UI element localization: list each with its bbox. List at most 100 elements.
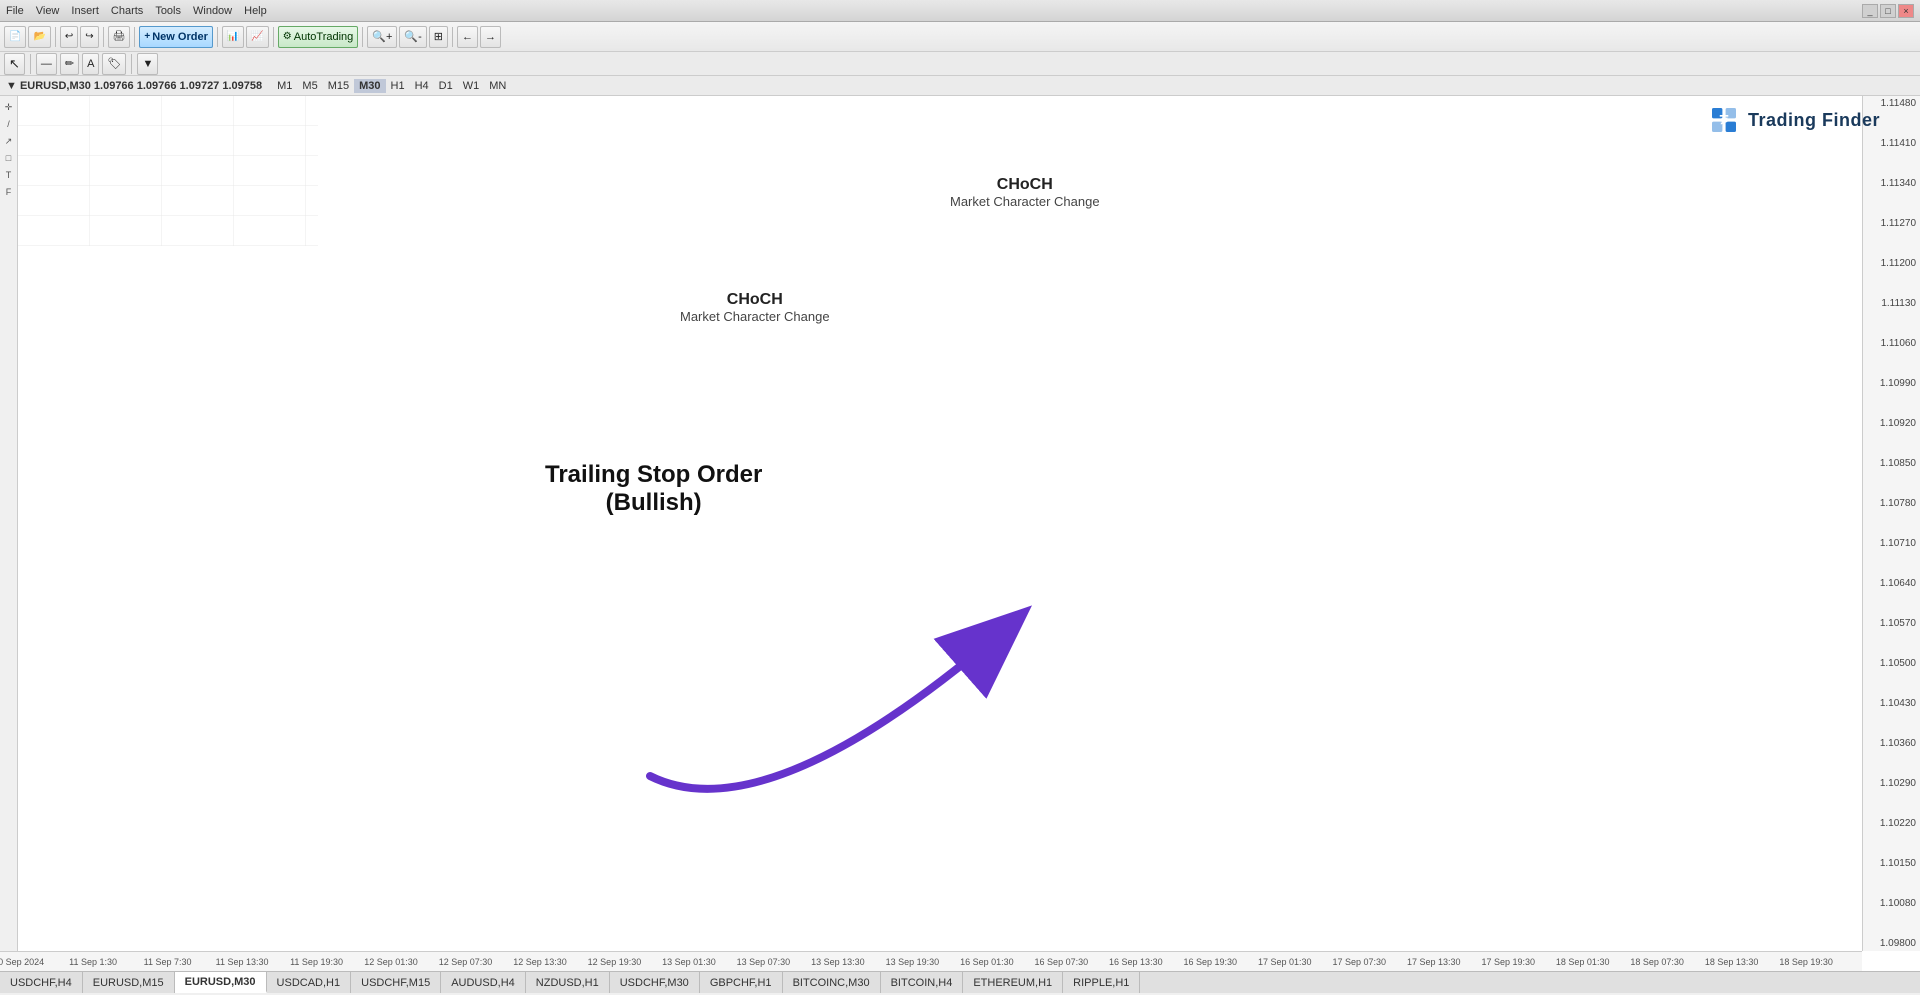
menu-insert[interactable]: Insert [71,5,99,17]
time-23: 18 Sep 13:30 [1705,957,1759,967]
tf-m1[interactable]: M1 [272,79,297,93]
undo-button[interactable]: ↩ [60,26,78,48]
price-14: 1.10570 [1867,618,1916,629]
indicators-button[interactable]: 📈 [246,26,268,48]
arrow-tool[interactable]: ↗ [2,134,16,148]
tab-usdchf-m15[interactable]: USDCHF,M15 [351,972,441,993]
chart-svg [18,96,318,246]
tab-usdchf-h4[interactable]: USDCHF,H4 [0,972,83,993]
tf-h4[interactable]: H4 [410,79,434,93]
scroll-left-button[interactable]: ← [457,26,478,48]
time-24: 18 Sep 19:30 [1779,957,1833,967]
text-tool-left[interactable]: T [2,168,16,182]
choch1-title: CHoCH [680,291,830,309]
price-9: 1.10920 [1867,418,1916,429]
zoom-in-button[interactable]: 🔍+ [367,26,397,48]
time-21: 18 Sep 01:30 [1556,957,1610,967]
more-tools-button[interactable]: ▼ [137,53,158,75]
tf-m30[interactable]: M30 [354,79,385,93]
time-13: 16 Sep 01:30 [960,957,1014,967]
zoom-fit-button[interactable]: ⊞ [429,26,448,48]
line-tool[interactable]: — [36,53,57,75]
time-0: 10 Sep 2024 [0,957,44,967]
minimize-button[interactable]: _ [1862,4,1878,18]
price-17: 1.10360 [1867,738,1916,749]
tab-usdcad-h1[interactable]: USDCAD,H1 [267,972,352,993]
choch2-subtitle: Market Character Change [950,194,1100,209]
redo-button[interactable]: ↪ [80,26,98,48]
tab-audusd-h4[interactable]: AUDUSD,H4 [441,972,526,993]
menu-window[interactable]: Window [193,5,232,17]
title-bar: File View Insert Charts Tools Window Hel… [0,0,1920,22]
menu-view[interactable]: View [36,5,60,17]
cursor-tool[interactable]: ↖ [4,53,25,75]
time-11: 13 Sep 13:30 [811,957,865,967]
tab-bar: USDCHF,H4 EURUSD,M15 EURUSD,M30 USDCAD,H… [0,971,1920,993]
choch1-annotation: CHoCH Market Character Change [680,291,830,324]
new-order-button[interactable]: + New Order [139,26,212,48]
time-14: 16 Sep 07:30 [1035,957,1089,967]
price-22: 1.09800 [1867,938,1916,949]
chart-type-button[interactable]: 📊 [222,26,244,48]
menu-charts[interactable]: Charts [111,5,143,17]
time-6: 12 Sep 07:30 [439,957,493,967]
scroll-right-button[interactable]: → [480,26,501,48]
menu-file[interactable]: File [6,5,24,17]
tab-eurusd-m30[interactable]: EURUSD,M30 [175,972,267,993]
open-button[interactable]: 📂 [28,26,50,48]
time-16: 16 Sep 19:30 [1184,957,1238,967]
time-9: 13 Sep 01:30 [662,957,716,967]
tf-h1[interactable]: H1 [386,79,410,93]
time-5: 12 Sep 01:30 [364,957,418,967]
price-7: 1.11060 [1867,338,1916,349]
price-4: 1.11270 [1867,218,1916,229]
toolbar-separator-1 [55,27,56,47]
tf-d1[interactable]: D1 [434,79,458,93]
rect-tool[interactable]: □ [2,151,16,165]
tf-mn[interactable]: MN [484,79,511,93]
new-file-button[interactable]: 📄 [4,26,26,48]
time-20: 17 Sep 19:30 [1481,957,1535,967]
logo-text: Trading Finder [1748,110,1880,131]
toolbar-separator-6 [362,27,363,47]
tab-ripple-h1[interactable]: RIPPLE,H1 [1063,972,1140,993]
time-axis: 10 Sep 2024 11 Sep 1:30 11 Sep 7:30 11 S… [0,951,1862,971]
tab-bitcoinc-m30[interactable]: BITCOINC,M30 [783,972,881,993]
tab-ethereum-h1[interactable]: ETHEREUM,H1 [963,972,1063,993]
tab-nzdusd-h1[interactable]: NZDUSD,H1 [526,972,610,993]
autotrading-button[interactable]: ⚙ AutoTrading [278,26,359,48]
time-1: 11 Sep 1:30 [69,957,117,967]
time-10: 13 Sep 07:30 [737,957,791,967]
zoom-out-button[interactable]: 🔍- [399,26,426,48]
time-22: 18 Sep 07:30 [1630,957,1684,967]
label-tool[interactable]: 🏷 [102,53,126,75]
text-tool[interactable]: A [82,53,99,75]
maximize-button[interactable]: □ [1880,4,1896,18]
tf-w1[interactable]: W1 [458,79,485,93]
tab-eurusd-m15[interactable]: EURUSD,M15 [83,972,175,993]
window-controls: _ □ × [1862,4,1914,18]
print-button[interactable]: 🖨 [108,26,131,48]
price-16: 1.10430 [1867,698,1916,709]
price-6: 1.11130 [1867,298,1916,309]
time-3: 11 Sep 13:30 [216,957,269,967]
tab-usdchf-m30[interactable]: USDCHF,M30 [610,972,700,993]
close-button[interactable]: × [1898,4,1914,18]
tf-m5[interactable]: M5 [297,79,322,93]
drawing-toolbar: ↖ — ✏ A 🏷 ▼ [0,52,1920,76]
timeframe-bar: ▼ EURUSD,M30 1.09766 1.09766 1.09727 1.0… [0,76,1920,96]
tab-gbpchf-h1[interactable]: GBPCHF,H1 [700,972,783,993]
menu-help[interactable]: Help [244,5,267,17]
tf-m15[interactable]: M15 [323,79,354,93]
crosshair-tool[interactable]: ✛ [2,100,16,114]
main-toolbar: 📄 📂 ↩ ↪ 🖨 + New Order 📊 📈 ⚙ AutoTrading … [0,22,1920,52]
menu-tools[interactable]: Tools [155,5,181,17]
pen-tool[interactable]: ✏ [60,53,79,75]
price-scale: 1.11480 1.11410 1.11340 1.11270 1.11200 … [1862,96,1920,951]
trend-line-tool[interactable]: / [2,117,16,131]
chart-area[interactable]: ✛ / ↗ □ T F ₮ Trading Finder [0,96,1920,971]
toolbar-separator-4 [217,27,218,47]
fib-tool[interactable]: F [2,185,16,199]
price-2: 1.11410 [1867,138,1916,149]
tab-bitcoin-h4[interactable]: BITCOIN,H4 [881,972,964,993]
